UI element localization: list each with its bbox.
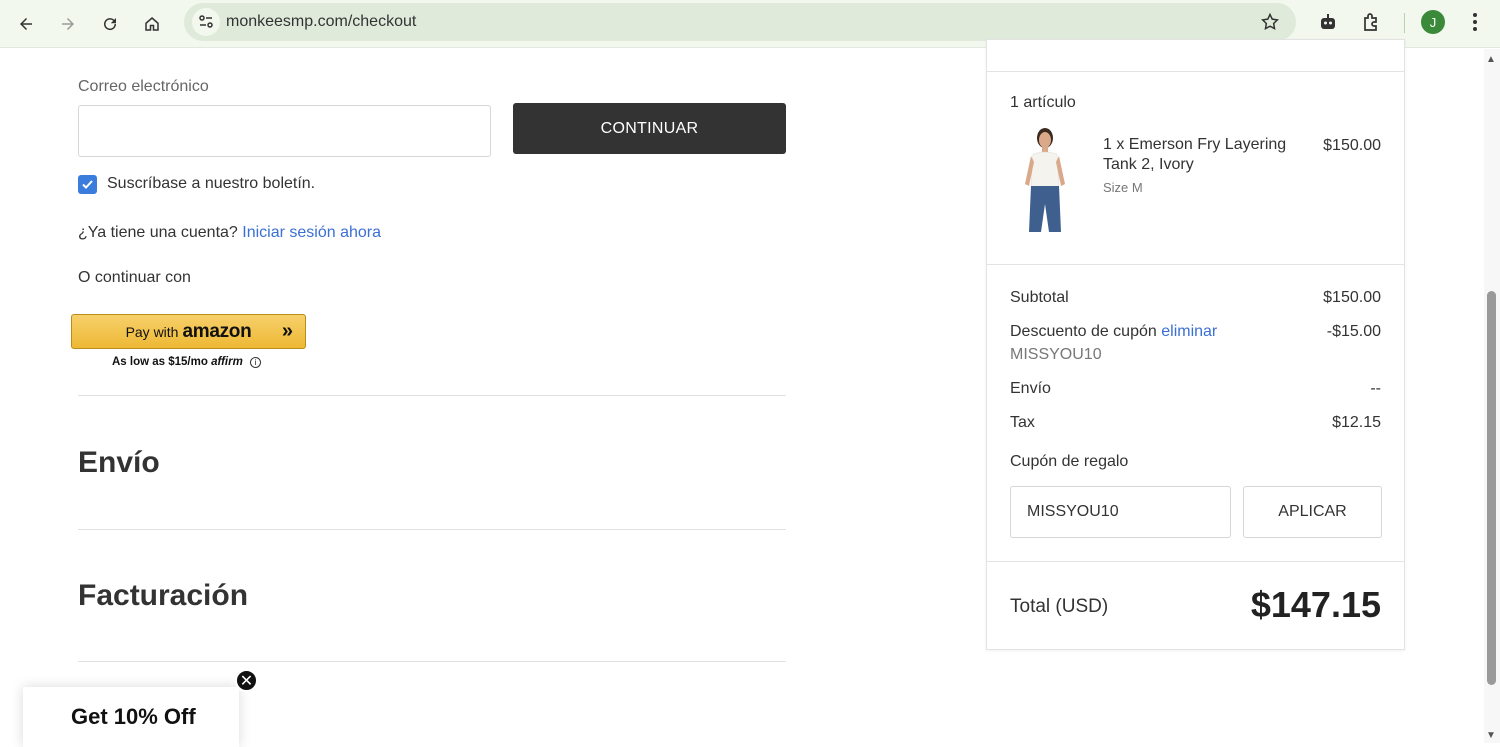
- divider: [987, 264, 1404, 265]
- email-label: Correo electrónico: [78, 78, 209, 95]
- scroll-down-icon[interactable]: ▼: [1486, 730, 1496, 741]
- newsletter-label: Suscríbase a nuestro boletín.: [107, 175, 316, 192]
- product-image: [1013, 124, 1077, 234]
- tax-value: $12.15: [1332, 414, 1381, 431]
- divider: [78, 395, 786, 396]
- url-text: monkeesmp.com/checkout: [226, 13, 417, 30]
- shipping-section-title[interactable]: Envío: [78, 446, 160, 480]
- gift-coupon-input[interactable]: [1010, 486, 1231, 538]
- close-icon[interactable]: ✕: [235, 669, 258, 692]
- bookmark-star-icon[interactable]: [1260, 12, 1280, 32]
- affirm-line: As low as $15/mo affirm i: [112, 356, 262, 368]
- menu-icon[interactable]: [1463, 10, 1487, 34]
- affirm-logo: affirm: [211, 356, 243, 368]
- shipping-value: --: [1370, 380, 1381, 397]
- subtotal-label: Subtotal: [1010, 289, 1069, 306]
- account-row: ¿Ya tiene una cuenta? Iniciar sesión aho…: [78, 224, 381, 242]
- amazon-pay-button[interactable]: Pay with amazon »: [71, 314, 306, 349]
- check-icon: [82, 180, 93, 189]
- forward-icon[interactable]: [52, 8, 84, 40]
- tax-label: Tax: [1010, 414, 1035, 431]
- avatar[interactable]: J: [1421, 10, 1445, 34]
- double-chevron-icon: »: [281, 320, 293, 342]
- billing-section-title[interactable]: Facturación: [78, 579, 248, 613]
- reload-icon[interactable]: [94, 8, 126, 40]
- remove-coupon-link[interactable]: eliminar: [1161, 323, 1217, 340]
- address-bar[interactable]: monkeesmp.com/checkout: [184, 3, 1296, 41]
- discount-value: -$15.00: [1326, 323, 1381, 340]
- product-size: Size M: [1103, 180, 1143, 195]
- items-count: 1 artículo: [1010, 94, 1076, 111]
- info-icon[interactable]: i: [250, 357, 262, 368]
- site-info-icon[interactable]: [192, 8, 220, 36]
- home-icon[interactable]: [136, 8, 168, 40]
- product-price: $150.00: [1323, 137, 1381, 154]
- coupon-code: MISSYOU10: [1010, 346, 1102, 363]
- email-field[interactable]: [78, 105, 491, 157]
- scrollbar-thumb[interactable]: [1487, 291, 1496, 685]
- product-name: 1 x Emerson Fry Layering Tank 2, Ivory: [1103, 136, 1287, 173]
- robot-icon[interactable]: [1316, 10, 1340, 34]
- scroll-up-icon[interactable]: ▲: [1486, 54, 1496, 65]
- divider: [78, 529, 786, 530]
- shipping-label: Envío: [1010, 380, 1051, 397]
- divider: [78, 661, 786, 662]
- pay-with-label: Pay with: [125, 323, 179, 340]
- or-continue-label: O continuar con: [78, 269, 191, 286]
- apply-button[interactable]: APLICAR: [1243, 486, 1382, 538]
- total-label: Total (USD): [1010, 596, 1109, 617]
- discount-row: Descuento de cupón eliminar: [1010, 323, 1217, 341]
- login-link[interactable]: Iniciar sesión ahora: [242, 224, 381, 241]
- affirm-text: As low as $15/mo: [112, 356, 208, 368]
- extensions-icon[interactable]: [1359, 10, 1383, 34]
- checkout-page: Correo electrónico CONTINUAR Suscríbase …: [0, 39, 1500, 747]
- toolbar-divider: [1404, 13, 1405, 33]
- divider: [987, 561, 1404, 562]
- order-summary: 1 artículo 1 x Emerson Fry Layering Tank…: [986, 39, 1405, 650]
- promo-popup[interactable]: Get 10% Off: [23, 687, 239, 747]
- gift-coupon-label: Cupón de regalo: [1010, 453, 1129, 470]
- continue-button[interactable]: CONTINUAR: [513, 103, 786, 154]
- subtotal-value: $150.00: [1323, 289, 1381, 306]
- account-prompt: ¿Ya tiene una cuenta?: [78, 224, 238, 241]
- total-value: $147.15: [1250, 584, 1381, 625]
- back-icon[interactable]: [10, 8, 42, 40]
- promo-text: Get 10% Off: [71, 704, 196, 729]
- divider: [987, 71, 1404, 72]
- newsletter-checkbox[interactable]: [78, 175, 97, 194]
- amazon-logo: amazon: [182, 320, 252, 342]
- discount-label: Descuento de cupón: [1010, 323, 1157, 340]
